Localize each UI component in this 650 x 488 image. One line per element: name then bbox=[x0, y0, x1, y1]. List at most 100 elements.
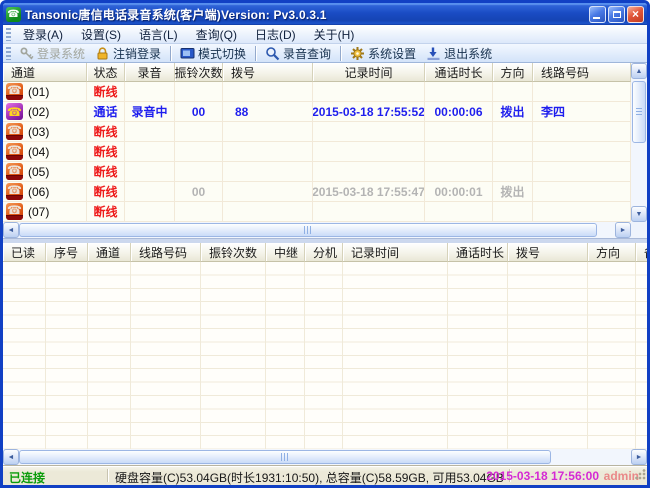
scroll-right-icon[interactable]: ► bbox=[615, 222, 631, 238]
channel-column-header-1[interactable]: 通道 bbox=[3, 63, 87, 82]
horizontal-scrollbar-bottom[interactable]: ◄ ► bbox=[3, 449, 647, 465]
toolbar-separator bbox=[255, 46, 256, 61]
menu-item-2[interactable]: 设置(S) bbox=[72, 24, 130, 45]
record-column-header-7[interactable]: 分机 bbox=[305, 243, 343, 262]
resize-grip[interactable] bbox=[635, 469, 646, 480]
search-icon bbox=[265, 46, 280, 61]
horizontal-scrollbar-top[interactable]: ◄ ► bbox=[3, 222, 631, 238]
cell-line bbox=[533, 202, 631, 221]
cell-line bbox=[533, 182, 631, 201]
channel-column-header-2[interactable]: 状态 bbox=[87, 63, 125, 82]
grid-line bbox=[130, 262, 131, 449]
channel-number: (04) bbox=[28, 145, 49, 159]
toolbar-button-5[interactable]: 系统设置 bbox=[345, 44, 421, 63]
cell-dial bbox=[223, 162, 313, 181]
horizontal-scroll-thumb-top[interactable] bbox=[19, 223, 597, 237]
cell-direction bbox=[493, 202, 533, 221]
record-column-header-4[interactable]: 线路号码 bbox=[131, 243, 201, 262]
horizontal-scroll-track-bottom[interactable] bbox=[19, 449, 631, 465]
grid-line bbox=[87, 262, 88, 449]
cell-line bbox=[533, 162, 631, 181]
record-column-header-8[interactable]: 记录时间 bbox=[343, 243, 448, 262]
scroll-left-icon[interactable]: ◄ bbox=[3, 449, 19, 465]
connection-status: 已连接 bbox=[9, 469, 45, 486]
cell-record bbox=[125, 142, 175, 161]
maximize-button[interactable] bbox=[608, 6, 625, 23]
grid-line bbox=[635, 262, 636, 449]
channel-column-header-4[interactable]: 振铃次数 bbox=[175, 63, 223, 82]
toolbar-button-2[interactable]: 注销登录 bbox=[90, 44, 166, 63]
cell-direction bbox=[493, 142, 533, 161]
channel-row-7[interactable]: ☎(07)断线 bbox=[3, 202, 647, 222]
channel-column-header-6[interactable]: 记录时间 bbox=[313, 63, 425, 82]
cell-direction: 拨出 bbox=[493, 102, 533, 121]
scroll-up-icon[interactable]: ▲ bbox=[631, 63, 647, 79]
cell-rings bbox=[175, 142, 223, 161]
grid-line bbox=[265, 262, 266, 449]
vertical-scroll-thumb[interactable] bbox=[632, 81, 646, 143]
cell-record bbox=[125, 182, 175, 201]
menu-item-6[interactable]: 关于(H) bbox=[305, 24, 364, 45]
horizontal-scroll-track-top[interactable] bbox=[19, 222, 615, 238]
record-column-header-5[interactable]: 振铃次数 bbox=[201, 243, 266, 262]
cell-line: 李四 bbox=[533, 102, 631, 121]
channel-table-header: 通道状态录音振铃次数拨号记录时间通话时长方向线路号码 bbox=[3, 63, 647, 82]
channel-cell: ☎(06) bbox=[3, 182, 87, 201]
record-column-header-9[interactable]: 通话时长 bbox=[448, 243, 508, 262]
channel-row-2[interactable]: ☎(02)通话录音中00882015-03-18 17:55:5200:00:0… bbox=[3, 102, 647, 122]
cell-duration: 00:00:06 bbox=[425, 102, 493, 121]
phone-call-icon: ☎ bbox=[6, 103, 23, 120]
phone-offline-icon: ☎ bbox=[6, 183, 23, 200]
channel-row-1[interactable]: ☎(01)断线 bbox=[3, 82, 647, 102]
cell-status: 断线 bbox=[87, 82, 125, 101]
cell-time: 2015-03-18 17:55:52 bbox=[313, 102, 425, 121]
grid-line bbox=[200, 262, 201, 449]
record-column-header-12[interactable]: 备注 bbox=[636, 243, 647, 262]
phone-offline-icon: ☎ bbox=[6, 203, 23, 220]
exit-icon bbox=[426, 46, 441, 61]
cell-rings bbox=[175, 202, 223, 221]
app-window: ☎ Tansonic唐信电话录音系统(客户端)Version: Pv3.0.3.… bbox=[0, 0, 650, 488]
record-column-header-1[interactable]: 已读 bbox=[3, 243, 46, 262]
channel-row-6[interactable]: ☎(06)断线002015-03-18 17:55:4700:00:01拨出 bbox=[3, 182, 647, 202]
thumb-grip bbox=[304, 226, 313, 234]
scroll-down-icon[interactable]: ▼ bbox=[631, 206, 647, 222]
menu-item-1[interactable]: 登录(A) bbox=[14, 24, 72, 45]
toolbar-button-4[interactable]: 录音查询 bbox=[260, 44, 336, 63]
record-column-header-11[interactable]: 方向 bbox=[588, 243, 636, 262]
toolbar-button-1[interactable]: 登录系统 bbox=[14, 44, 90, 63]
channel-column-header-9[interactable]: 线路号码 bbox=[533, 63, 631, 82]
cell-direction bbox=[493, 82, 533, 101]
record-column-header-2[interactable]: 序号 bbox=[46, 243, 88, 262]
record-column-header-10[interactable]: 拨号 bbox=[508, 243, 588, 262]
record-column-header-6[interactable]: 中继 bbox=[266, 243, 305, 262]
scroll-left-icon[interactable]: ◄ bbox=[3, 222, 19, 238]
channel-row-5[interactable]: ☎(05)断线 bbox=[3, 162, 647, 182]
cell-rings bbox=[175, 82, 223, 101]
channel-column-header-7[interactable]: 通话时长 bbox=[425, 63, 493, 82]
channel-column-header-8[interactable]: 方向 bbox=[493, 63, 533, 82]
channel-row-3[interactable]: ☎(03)断线 bbox=[3, 122, 647, 142]
scroll-right-icon[interactable]: ► bbox=[631, 449, 647, 465]
cell-dial bbox=[223, 182, 313, 201]
channel-cell: ☎(07) bbox=[3, 202, 87, 221]
minimize-button[interactable] bbox=[589, 6, 606, 23]
channel-row-4[interactable]: ☎(04)断线 bbox=[3, 142, 647, 162]
menu-item-3[interactable]: 语言(L) bbox=[130, 24, 187, 45]
vertical-scrollbar[interactable]: ▲ ▼ bbox=[631, 63, 647, 222]
vertical-scroll-track[interactable] bbox=[631, 79, 647, 206]
record-column-header-3[interactable]: 通道 bbox=[88, 243, 131, 262]
channel-column-header-3[interactable]: 录音 bbox=[125, 63, 175, 82]
toolbar-button-label: 系统设置 bbox=[368, 45, 416, 62]
close-button[interactable]: × bbox=[627, 6, 644, 23]
toolbar-button-3[interactable]: 模式切换 bbox=[175, 44, 251, 63]
toolbar-button-6[interactable]: 退出系统 bbox=[421, 44, 497, 63]
horizontal-scroll-thumb-bottom[interactable] bbox=[19, 450, 551, 464]
monitor-icon bbox=[180, 46, 195, 61]
channel-column-header-5[interactable]: 拨号 bbox=[223, 63, 313, 82]
titlebar[interactable]: ☎ Tansonic唐信电话录音系统(客户端)Version: Pv3.0.3.… bbox=[3, 3, 647, 25]
settings-gear-icon bbox=[350, 46, 365, 61]
menu-item-4[interactable]: 查询(Q) bbox=[187, 24, 246, 45]
menu-item-5[interactable]: 日志(D) bbox=[246, 24, 305, 45]
channel-number: (01) bbox=[28, 85, 49, 99]
